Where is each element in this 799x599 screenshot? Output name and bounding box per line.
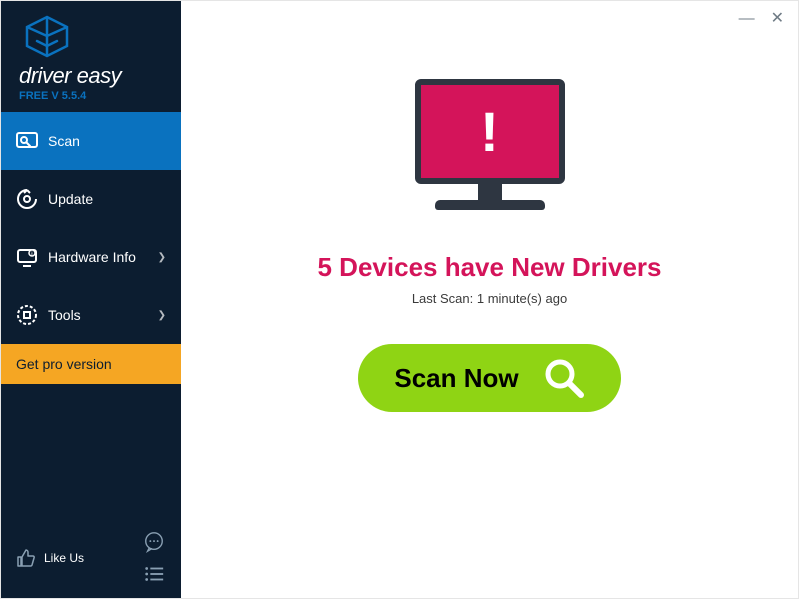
scan-button-label: Scan Now [394,363,518,394]
minimize-button[interactable]: — [739,11,755,27]
sidebar-item-hardware-info[interactable]: i Hardware Info ❯ [1,228,181,286]
scan-icon [16,130,38,152]
monitor-screen: ! [415,79,565,184]
tools-icon [16,304,38,326]
sidebar-item-label: Tools [48,307,81,323]
main-content: — ✕ ! 5 Devices have New Drivers Last Sc… [181,1,798,598]
like-us-button[interactable]: Like Us [16,548,84,568]
get-pro-button[interactable]: Get pro version [1,344,181,384]
alert-monitor-illustration: ! [415,79,565,234]
sidebar-item-label: Scan [48,133,80,149]
sidebar-item-update[interactable]: Update [1,170,181,228]
brand-logo-icon [19,14,75,59]
menu-icon[interactable] [142,562,166,586]
thumbs-up-icon [16,548,36,568]
sidebar-item-label: Update [48,191,93,207]
sidebar-item-tools[interactable]: Tools ❯ [1,286,181,344]
search-icon [543,357,585,399]
close-button[interactable]: ✕ [771,11,784,27]
status-title: 5 Devices have New Drivers [318,252,662,283]
logo-area: driver easy FREE V 5.5.4 [1,1,181,112]
sidebar-item-label: Hardware Info [48,249,136,265]
chevron-right-icon: ❯ [158,310,166,321]
like-us-label: Like Us [44,551,84,565]
feedback-icon[interactable] [142,530,166,554]
brand-name: driver easy [19,63,163,89]
last-scan-label: Last Scan: 1 minute(s) ago [412,291,567,306]
monitor-neck [478,184,502,200]
scan-now-button[interactable]: Scan Now [358,344,620,412]
exclamation-icon: ! [480,99,499,164]
sidebar-item-scan[interactable]: Scan [1,112,181,170]
version-label: FREE V 5.5.4 [19,90,163,102]
sidebar-footer: Like Us [1,518,181,598]
sidebar: driver easy FREE V 5.5.4 Scan Update i H… [1,1,181,598]
monitor-base [435,200,545,210]
window-controls: — ✕ [739,11,784,27]
chevron-right-icon: ❯ [158,252,166,263]
update-icon [16,188,38,210]
hardware-info-icon: i [16,246,38,268]
